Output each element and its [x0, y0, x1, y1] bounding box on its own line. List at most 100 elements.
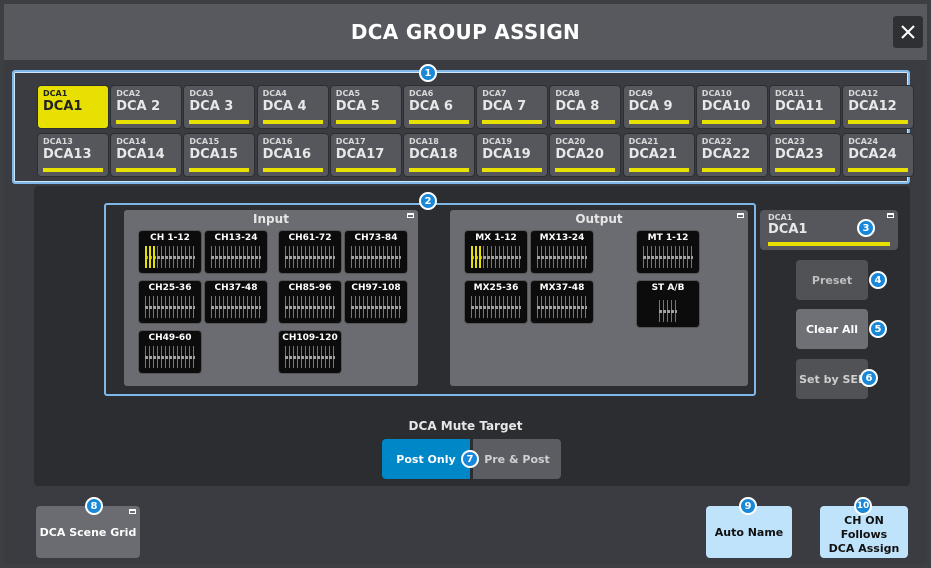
input-channel-group-button[interactable]: CH37-48	[204, 280, 268, 324]
dca-name: DCA 2	[116, 99, 161, 114]
dca-number: DCA3	[189, 89, 214, 98]
callout-badge-1: 1	[419, 64, 437, 82]
input-channel-group-button[interactable]: CH49-60	[138, 330, 202, 374]
dca-name: DCA15	[189, 147, 238, 162]
dca-color-bar	[775, 120, 835, 124]
input-channel-group-button[interactable]: CH73-84	[344, 230, 408, 274]
dca-scene-grid-button[interactable]: DCA Scene Grid	[36, 506, 140, 558]
dca-button-21[interactable]: DCA21 DCA21	[622, 133, 695, 177]
pre-and-post-button[interactable]: Pre & Post	[473, 439, 561, 479]
popup-icon	[129, 509, 136, 514]
dca-button-17[interactable]: DCA17 DCA17	[329, 133, 402, 177]
dca-button-24[interactable]: DCA24 DCA24	[842, 133, 915, 177]
dca-button-10[interactable]: DCA10 DCA10	[695, 85, 768, 129]
dca-number: DCA13	[43, 137, 73, 146]
dca-number: DCA15	[189, 137, 220, 146]
fader-strip-icon	[537, 296, 587, 318]
dca-name: DCA24	[848, 147, 897, 162]
input-channel-group-button[interactable]: CH85-96	[278, 280, 342, 324]
dca-button-4[interactable]: DCA4 DCA 4	[256, 85, 329, 129]
dca-button-23[interactable]: DCA23 DCA23	[769, 133, 841, 177]
dca-number: DCA8	[555, 89, 580, 98]
callout-badge-8: 8	[85, 497, 103, 515]
close-button[interactable]	[893, 16, 923, 48]
dca-number: DCA22	[701, 137, 732, 146]
dca-button-3[interactable]: DCA3 DCA 3	[183, 85, 256, 129]
clear-all-button[interactable]: Clear All	[796, 309, 868, 349]
channel-group-label: MX37-48	[539, 283, 585, 293]
output-channel-group-button[interactable]: MX 1-12	[464, 230, 528, 274]
fader-strip-icon	[285, 346, 335, 368]
popup-icon[interactable]	[737, 213, 744, 218]
dca-button-8[interactable]: DCA8 DCA 8	[549, 85, 622, 129]
fader-strip-icon	[659, 300, 677, 322]
popup-icon[interactable]	[407, 213, 414, 218]
channel-group-label: MX25-36	[473, 283, 519, 293]
callout-badge-7: 7	[461, 450, 479, 468]
selected-dca-display[interactable]: DCA1 DCA1	[760, 210, 898, 250]
dca-color-bar	[262, 168, 323, 172]
dca-button-2[interactable]: DCA2 DCA 2	[110, 85, 183, 129]
post-only-button[interactable]: Post Only	[382, 439, 470, 479]
dca-button-19[interactable]: DCA19 DCA19	[476, 133, 549, 177]
dca-name: DCA17	[335, 147, 385, 162]
dca-name: DCA23	[775, 147, 824, 162]
dca-button-1[interactable]: DCA1 DCA1	[37, 85, 109, 129]
dca-button-16[interactable]: DCA16 DCA16	[256, 133, 329, 177]
dca-color-bar	[409, 168, 469, 172]
preset-button[interactable]: Preset	[796, 260, 868, 300]
callout-badge-3: 3	[857, 219, 875, 237]
input-channel-group-button[interactable]: CH 1-12	[138, 230, 202, 274]
dca-button-9[interactable]: DCA9 DCA 9	[622, 85, 695, 129]
output-channel-group-button[interactable]: MX13-24	[530, 230, 594, 274]
dca-button-5[interactable]: DCA5 DCA 5	[329, 85, 402, 129]
dca-color-bar	[116, 168, 177, 172]
dca-number: DCA10	[701, 89, 732, 98]
dca-color-bar	[555, 120, 616, 124]
output-channel-group-button[interactable]: ST A/B	[636, 280, 700, 328]
dca-color-bar	[43, 168, 103, 172]
dca-color-bar	[628, 168, 689, 172]
input-channel-group-button[interactable]: CH109-120	[278, 330, 342, 374]
dca-color-bar	[701, 168, 762, 172]
dca-button-22[interactable]: DCA22 DCA22	[695, 133, 768, 177]
dca-button-11[interactable]: DCA11 DCA11	[769, 85, 841, 129]
output-channel-group-button[interactable]: MX37-48	[530, 280, 594, 324]
fader-strip-icon	[351, 296, 401, 318]
input-channel-group-button[interactable]: CH97-108	[344, 280, 408, 324]
dca-color-bar	[628, 120, 689, 124]
channel-group-label: ST A/B	[651, 283, 685, 293]
dca-name: DCA13	[43, 147, 92, 162]
input-channel-group-button[interactable]: CH13-24	[204, 230, 268, 274]
channel-group-label: CH73-84	[354, 233, 398, 243]
dca-button-15[interactable]: DCA15 DCA15	[183, 133, 256, 177]
dca-button-18[interactable]: DCA18 DCA18	[403, 133, 475, 177]
dca-button-14[interactable]: DCA14 DCA14	[110, 133, 183, 177]
input-channel-group-button[interactable]: CH61-72	[278, 230, 342, 274]
dca-button-13[interactable]: DCA13 DCA13	[37, 133, 109, 177]
channel-group-label: MX13-24	[539, 233, 585, 243]
assigned-fader-indicator	[145, 246, 155, 268]
dca-number: DCA17	[335, 137, 366, 146]
dca-color-bar	[482, 120, 543, 124]
output-channel-group-button[interactable]: MX25-36	[464, 280, 528, 324]
callout-badge-6: 6	[860, 369, 878, 387]
dca-button-20[interactable]: DCA20 DCA20	[549, 133, 622, 177]
assigned-fader-indicator	[471, 246, 481, 268]
set-by-sel-button[interactable]: Set by SEL	[796, 359, 868, 399]
dca-color-bar	[768, 242, 890, 246]
dca-color-bar	[335, 168, 396, 172]
input-channel-group-button[interactable]: CH25-36	[138, 280, 202, 324]
close-icon	[901, 25, 915, 39]
dca-button-6[interactable]: DCA6 DCA 6	[403, 85, 475, 129]
dca-button-7[interactable]: DCA7 DCA 7	[476, 85, 549, 129]
dca-color-bar	[409, 120, 469, 124]
dca-name: DCA11	[775, 99, 824, 114]
channel-group-label: MT 1-12	[647, 233, 689, 243]
dca-color-bar	[775, 168, 835, 172]
output-channel-group-button[interactable]: MT 1-12	[636, 230, 700, 274]
fader-strip-icon	[285, 246, 335, 268]
channel-group-label: MX 1-12	[475, 233, 517, 243]
dca-button-12[interactable]: DCA12 DCA12	[842, 85, 915, 129]
callout-badge-9: 9	[739, 497, 757, 515]
